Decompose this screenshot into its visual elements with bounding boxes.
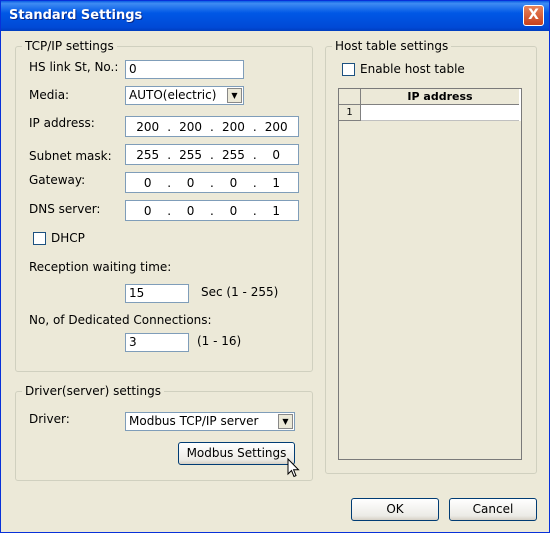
hs-link-input[interactable]: 0 xyxy=(125,60,244,79)
dialog-window: Standard Settings X TCP/IP settings HS l… xyxy=(0,0,550,533)
reception-waiting-label: Reception waiting time: xyxy=(29,260,172,274)
modbus-settings-button[interactable]: Modbus Settings xyxy=(178,442,295,465)
dedicated-range-label: (1 - 16) xyxy=(197,334,242,348)
driver-value: Modbus TCP/IP server xyxy=(129,414,259,428)
driver-dropdown[interactable]: Modbus TCP/IP server ▼ xyxy=(125,412,295,431)
chevron-down-icon[interactable]: ▼ xyxy=(278,414,293,429)
gateway-octet: 1 xyxy=(272,175,281,190)
reception-unit-label: Sec (1 - 255) xyxy=(201,285,279,299)
tcpip-settings-legend: TCP/IP settings xyxy=(22,39,117,53)
gateway-octet: 0 xyxy=(143,175,152,190)
dhcp-label: DHCP xyxy=(51,231,85,245)
dedicated-connections-label: No, of Dedicated Connections: xyxy=(29,313,212,327)
table-row-number: 1 xyxy=(339,105,361,121)
ip-octet: 200 xyxy=(136,119,160,134)
grid-empty-area xyxy=(339,121,521,459)
ip-address-label: IP address: xyxy=(29,116,95,130)
ip-octet: 200 xyxy=(179,119,202,134)
ip-address-field[interactable]: 200. 200. 200. 200 xyxy=(125,116,299,137)
subnet-mask-field[interactable]: 255. 255. 255. 0 xyxy=(125,144,299,165)
media-dropdown[interactable]: AUTO(electric) ▼ xyxy=(125,86,244,105)
dns-server-field[interactable]: 0. 0. 0. 1 xyxy=(125,200,299,221)
gateway-field[interactable]: 0. 0. 0. 1 xyxy=(125,172,299,193)
media-value: AUTO(electric) xyxy=(129,88,217,102)
close-button[interactable]: X xyxy=(523,5,544,26)
grid-corner xyxy=(339,89,361,105)
enable-host-table-checkbox[interactable] xyxy=(342,63,355,76)
dialog-title: Standard Settings xyxy=(9,8,143,23)
dns-server-label: DNS server: xyxy=(29,202,101,216)
gateway-label: Gateway: xyxy=(29,173,86,187)
driver-label: Driver: xyxy=(29,412,70,426)
chevron-down-icon[interactable]: ▼ xyxy=(227,88,242,103)
title-bar: Standard Settings X xyxy=(1,1,549,31)
host-table-grid: IP address 1 xyxy=(338,88,522,460)
dhcp-checkbox[interactable] xyxy=(33,232,46,245)
table-row-ip-cell[interactable] xyxy=(361,105,519,121)
driver-settings-legend: Driver(server) settings xyxy=(22,384,164,398)
enable-host-table-label: Enable host table xyxy=(360,62,465,76)
dns-octet: 1 xyxy=(272,203,281,218)
dns-octet: 0 xyxy=(229,203,238,218)
cancel-button[interactable]: Cancel xyxy=(449,498,537,521)
subnet-mask-label: Subnet mask: xyxy=(29,149,112,163)
gateway-octet: 0 xyxy=(186,175,195,190)
subnet-octet: 0 xyxy=(272,147,281,162)
dedicated-connections-input[interactable]: 3 xyxy=(125,333,189,352)
host-table-settings-legend: Host table settings xyxy=(332,39,452,53)
hs-link-label: HS link St, No.: xyxy=(29,60,119,74)
media-label: Media: xyxy=(29,88,70,102)
close-icon: X xyxy=(528,7,539,23)
ok-button[interactable]: OK xyxy=(351,498,439,521)
subnet-octet: 255 xyxy=(221,147,245,162)
driver-settings-group: Driver(server) settings xyxy=(15,384,313,481)
subnet-octet: 255 xyxy=(179,147,202,162)
mouse-pointer-icon xyxy=(287,458,300,478)
dns-octet: 0 xyxy=(186,203,195,218)
gateway-octet: 0 xyxy=(229,175,238,190)
ip-octet: 200 xyxy=(264,119,288,134)
ip-octet: 200 xyxy=(221,119,245,134)
reception-waiting-input[interactable]: 15 xyxy=(125,284,189,303)
ip-address-column-header: IP address xyxy=(361,89,519,105)
dns-octet: 0 xyxy=(143,203,152,218)
subnet-octet: 255 xyxy=(136,147,160,162)
